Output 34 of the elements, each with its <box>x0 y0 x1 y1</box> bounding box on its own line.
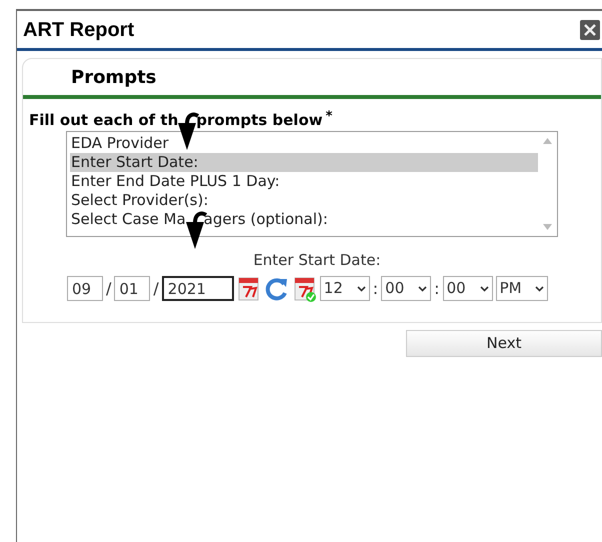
time-separator: : <box>434 278 440 300</box>
caret-icon <box>356 286 366 292</box>
minute-select[interactable]: 00 <box>381 276 432 301</box>
calendar-icon[interactable] <box>236 274 261 302</box>
prompt-option[interactable]: agers (optional): <box>204 210 328 229</box>
instruction-text: prompts below <box>196 111 323 129</box>
date-separator: / <box>106 278 112 300</box>
date-separator: / <box>153 278 159 300</box>
required-mark: * <box>326 111 332 123</box>
caret-icon <box>418 286 428 292</box>
prompt-option[interactable]: Enter Start Date: <box>70 153 538 172</box>
time-separator: : <box>372 278 378 300</box>
caret-icon <box>534 286 544 292</box>
prompt-option[interactable]: Select Case Ma <box>71 210 186 229</box>
caret-icon <box>480 286 489 292</box>
window-title: ART Report <box>23 18 134 42</box>
ampm-select[interactable]: PM <box>496 276 548 301</box>
prompts-listbox[interactable] <box>66 131 558 237</box>
date-prompt-label: Enter Start Date: <box>253 250 381 271</box>
year-field[interactable]: 2021 <box>162 276 234 301</box>
close-icon <box>583 22 597 36</box>
refresh-icon[interactable] <box>264 276 290 302</box>
prompt-option[interactable]: EDA Provider <box>70 134 538 153</box>
prompt-option[interactable]: Enter End Date PLUS 1 Day: <box>70 172 538 191</box>
prompt-option[interactable]: Select Provider(s): <box>70 191 538 210</box>
instruction-text: Fill out each of th <box>29 111 178 129</box>
day-field[interactable]: 01 <box>114 276 150 301</box>
close-button[interactable] <box>580 20 600 40</box>
month-field[interactable]: 09 <box>67 276 103 301</box>
next-button[interactable]: Next <box>406 330 602 357</box>
second-select[interactable]: 00 <box>442 276 493 301</box>
hour-select[interactable]: 12 <box>320 276 370 301</box>
calendar-check-icon[interactable] <box>292 274 317 302</box>
section-title: Prompts <box>71 66 156 90</box>
